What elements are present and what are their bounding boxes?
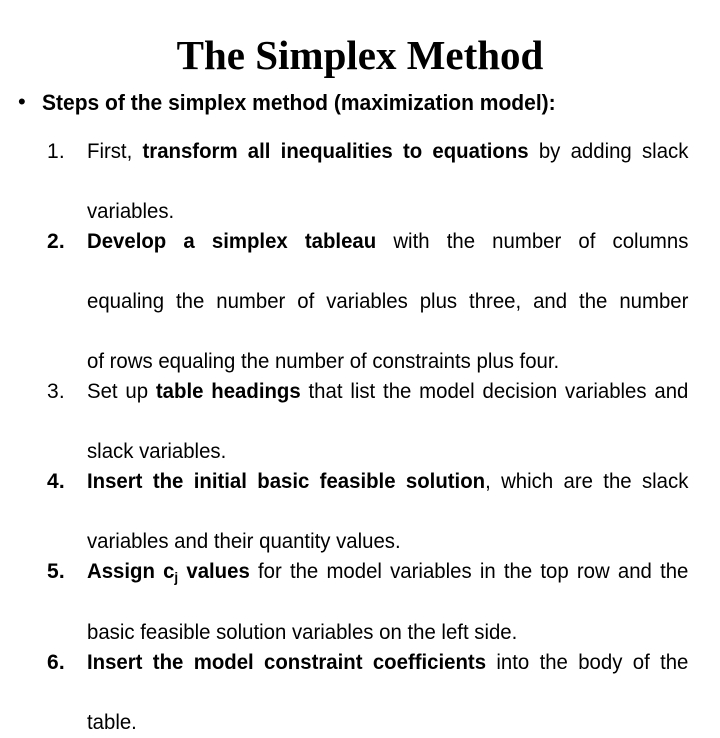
text-run: slack variables. <box>87 440 227 463</box>
text-run: values <box>178 560 250 583</box>
list-item-text: Develop a simplex tableau with the numbe… <box>87 227 688 377</box>
text-run: First, <box>87 140 143 163</box>
bullet-item-steps: • Steps of the simplex method (maximizat… <box>18 89 708 116</box>
list-item-number: 5. <box>47 560 65 583</box>
list-item-line: basic feasible solution variables on the… <box>87 618 688 648</box>
list-item-number: 6. <box>47 651 65 674</box>
bullet-item-label: Steps of the simplex method (maximizatio… <box>42 90 556 115</box>
text-run: into the body of the <box>486 651 689 674</box>
list-item-line: slack variables. <box>87 437 688 467</box>
list-item-line: First, transform all inequalities to equ… <box>87 137 688 197</box>
bullet-point-icon: • <box>18 89 26 114</box>
list-item-line: Insert the model constraint coefficients… <box>87 648 688 708</box>
text-run: basic feasible solution variables on the… <box>87 621 518 644</box>
list-item: 1. First, transform all inequalities to e… <box>47 137 707 227</box>
text-run: Assign c <box>87 560 175 583</box>
text-run: , which are the slack <box>485 470 689 493</box>
page-title: The Simplex Method <box>176 32 544 78</box>
text-run: by adding slack <box>528 140 689 163</box>
list-item-number: 2. <box>47 230 65 253</box>
text-run: Insert the initial basic feasible soluti… <box>87 470 486 493</box>
list-item-line: table. <box>87 708 688 738</box>
text-run: Set up <box>87 380 156 403</box>
text-run: with the number of columns <box>376 230 689 253</box>
list-item-number: 4. <box>47 470 65 493</box>
list-item: 6. Insert the model constraint coefficien… <box>47 648 707 738</box>
list-item-text: Set up table headings that list the mode… <box>87 377 688 467</box>
list-item: 5. Assign cj values for the model variabl… <box>47 557 707 648</box>
text-run: Insert the model constraint coefficients <box>87 651 487 674</box>
list-item-text: Insert the model constraint coefficients… <box>87 648 688 738</box>
list-item: 3. Set up table headings that list the mo… <box>47 377 707 467</box>
list-item-text: First, transform all inequalities to equ… <box>87 137 688 227</box>
text-run: Develop a simplex tableau <box>87 230 377 253</box>
list-item-line: Develop a simplex tableau with the numbe… <box>87 227 688 287</box>
subscript-text: j <box>174 568 179 585</box>
list-item-text: Assign cj values for the model variables… <box>87 557 688 648</box>
text-run: equaling the number of variables plus th… <box>87 290 689 313</box>
text-run: variables and their quantity values. <box>87 530 401 553</box>
list-item-line: Insert the initial basic feasible soluti… <box>87 467 688 527</box>
text-run: table. <box>87 711 137 734</box>
list-item-line: Assign cj values for the model variables… <box>87 557 688 618</box>
slide-canvas: The Simplex Method • Steps of the simple… <box>0 0 720 734</box>
list-item-line: of rows equaling the number of constrain… <box>87 347 688 377</box>
list-item: 4. Insert the initial basic feasible solu… <box>47 467 707 557</box>
list-item-text: Insert the initial basic feasible soluti… <box>87 467 688 557</box>
list-item-line: Set up table headings that list the mode… <box>87 377 688 437</box>
list-item-line: variables. <box>87 197 688 227</box>
list-item: 2. Develop a simplex tableau with the num… <box>47 227 707 377</box>
text-run: that list the model decision variables a… <box>300 380 689 403</box>
steps-list: 1. First, transform all inequalities to e… <box>47 137 707 738</box>
list-item-number: 1. <box>47 140 65 163</box>
list-item-line: equaling the number of variables plus th… <box>87 287 688 347</box>
list-item-line: variables and their quantity values. <box>87 527 688 557</box>
text-run: table headings <box>155 380 301 403</box>
text-run: transform all inequalities to equations <box>142 140 529 163</box>
text-run: variables. <box>87 200 175 223</box>
text-run: for the model variables in the top row a… <box>249 560 689 583</box>
list-item-number: 3. <box>47 380 65 403</box>
text-run: of rows equaling the number of constrain… <box>87 350 560 373</box>
